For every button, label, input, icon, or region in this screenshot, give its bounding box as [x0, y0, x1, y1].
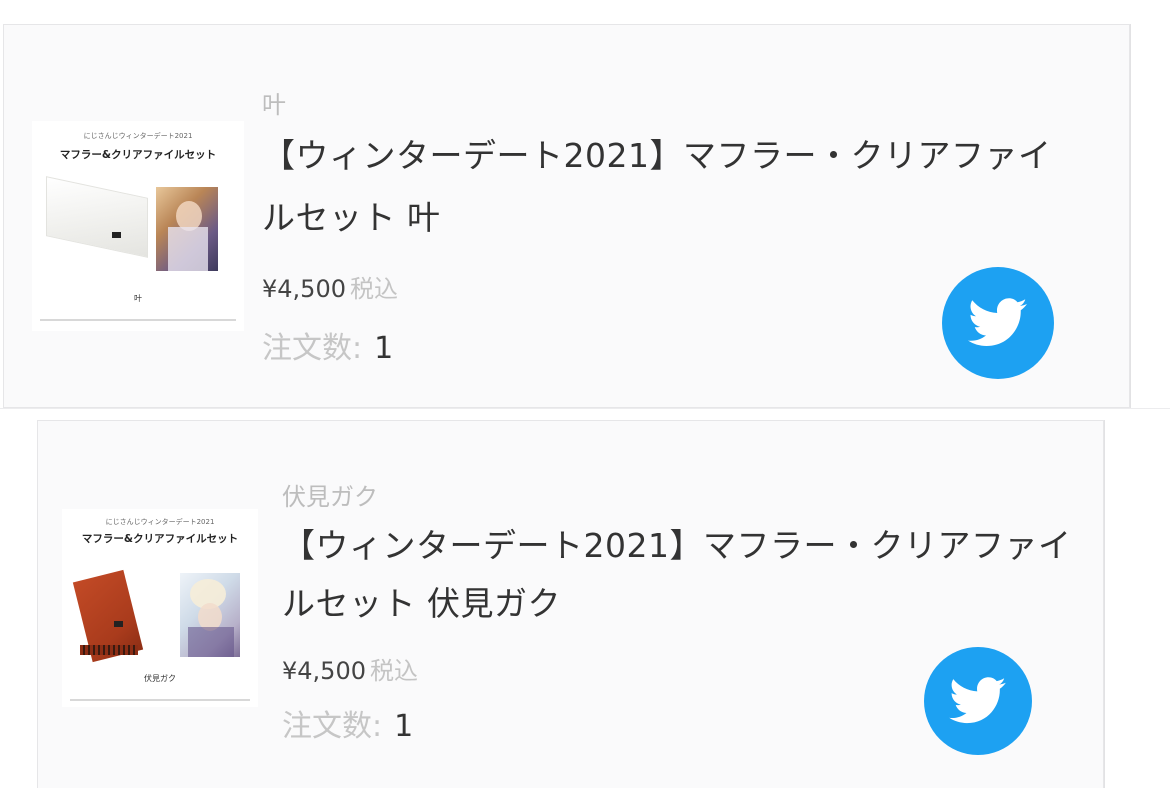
scarf-fringe [46, 257, 142, 267]
product-title-line1[interactable]: 【ウィンターデート2021】マフラー・クリアファイ [262, 125, 1051, 187]
character-name: 叶 [262, 91, 286, 119]
thumbnail-footer-line [40, 319, 236, 321]
thumbnail-caption-small: にじさんじウィンターデート2021 [83, 132, 193, 140]
scarf-fringe [80, 645, 138, 655]
thumbnail-footer-line [70, 699, 250, 701]
thumbnail-caption-small: にじさんじウィンターデート2021 [105, 518, 215, 526]
product-card: にじさんじウィンターデート2021 マフラー&クリアファイルセット 叶 叶 【ウ… [3, 24, 1130, 408]
twitter-bird-icon [968, 298, 1027, 346]
order-count-value: 1 [394, 709, 414, 744]
thumbnail-caption-main: マフラー&クリアファイルセット [81, 533, 239, 545]
order-count-value: 1 [374, 331, 394, 366]
order-count-label: 注文数: [282, 709, 383, 744]
right-column [1130, 24, 1170, 408]
product-card: にじさんじウィンターデート2021 マフラー&クリアファイルセット 伏見ガク 伏… [37, 420, 1104, 788]
clear-file-image [180, 573, 240, 657]
scarf-tag [112, 232, 121, 238]
order-count-label: 注文数: [262, 331, 363, 366]
tax-label: 税込 [349, 275, 398, 303]
white-scarf-image [46, 176, 148, 258]
scarf-tag [114, 621, 123, 627]
twitter-share-button[interactable] [924, 647, 1032, 755]
product-title-line2[interactable]: ルセット 叶 [262, 187, 441, 249]
product-thumbnail[interactable]: にじさんじウィンターデート2021 マフラー&クリアファイルセット 伏見ガク [62, 509, 258, 707]
right-column [1104, 420, 1170, 788]
order-count: 注文数: 1 [262, 323, 393, 367]
thumbnail-caption-name: 叶 [134, 294, 142, 303]
twitter-bird-icon [949, 677, 1006, 724]
thumbnail-caption-name: 伏見ガク [144, 674, 176, 683]
order-count: 注文数: 1 [282, 701, 413, 745]
tax-label: 税込 [369, 657, 418, 685]
product-title-line2[interactable]: ルセット 伏見ガク [282, 573, 561, 635]
price: ¥4,500 税込 [282, 651, 418, 686]
price: ¥4,500 税込 [262, 269, 398, 304]
character-name: 伏見ガク [282, 483, 378, 511]
price-value: ¥4,500 [282, 657, 366, 685]
thumbnail-caption-main: マフラー&クリアファイルセット [59, 149, 217, 161]
clear-file-image [156, 187, 218, 271]
price-value: ¥4,500 [262, 275, 346, 303]
product-title-line1[interactable]: 【ウィンターデート2021】マフラー・クリアファイ [282, 515, 1071, 577]
product-thumbnail[interactable]: にじさんじウィンターデート2021 マフラー&クリアファイルセット 叶 [32, 121, 244, 331]
twitter-share-button[interactable] [942, 267, 1054, 379]
